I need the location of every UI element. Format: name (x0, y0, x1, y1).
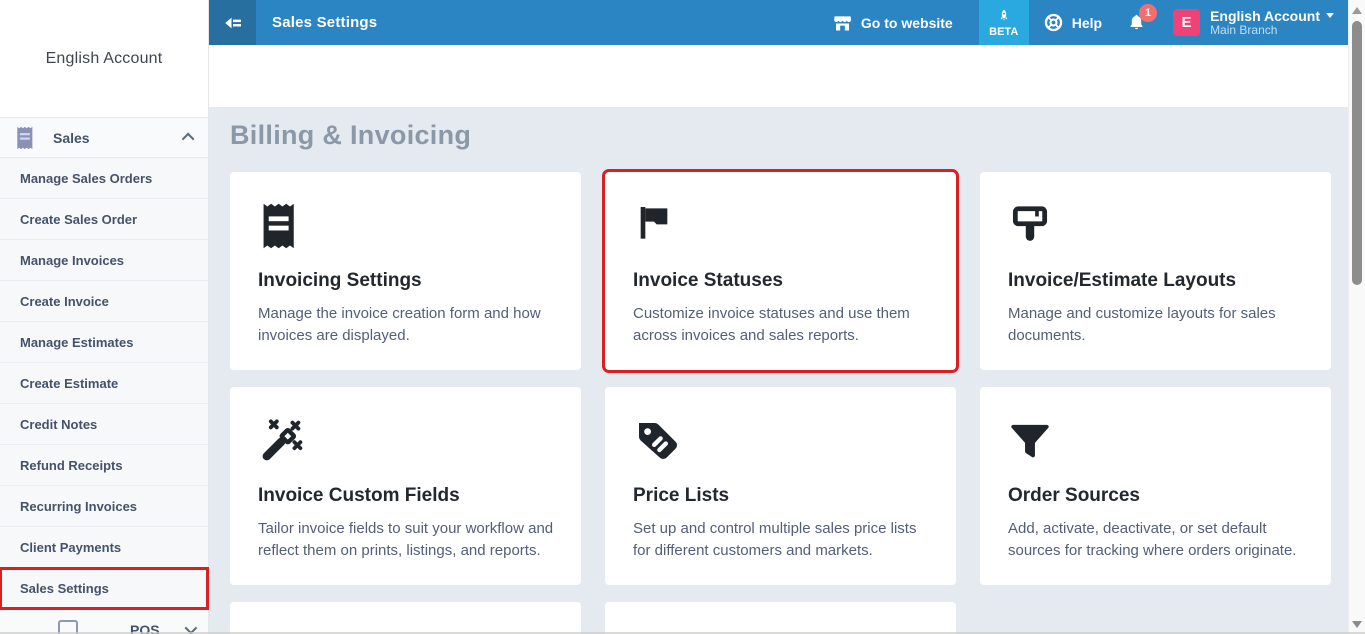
card-description: Customize invoice statuses and use them … (633, 303, 933, 347)
user-menu-button[interactable]: E English Account Main Branch (1173, 8, 1334, 38)
card-description: Manage the invoice creation form and how… (258, 303, 558, 347)
sidebar-item-refund-receipts[interactable]: Refund Receipts (0, 445, 208, 486)
chevron-up-icon (182, 133, 195, 146)
sidebar-item-create-invoice[interactable]: Create Invoice (0, 281, 208, 322)
card-description: Set up and control multiple sales price … (633, 518, 933, 562)
sidebar-account-header: English Account (0, 0, 208, 117)
sidebar-item-label: Client Payments (20, 540, 121, 555)
rocket-icon (996, 8, 1012, 25)
collapse-back-icon (221, 11, 245, 35)
sidebar-item-credit-notes[interactable]: Credit Notes (0, 404, 208, 445)
cards-grid: Invoicing Settings Manage the invoice cr… (230, 172, 1331, 634)
card-title: Invoicing Settings (258, 270, 553, 292)
card-invoice-statuses[interactable]: Invoice Statuses Customize invoice statu… (605, 172, 956, 370)
beta-label: BETA (989, 26, 1018, 38)
vertical-scrollbar[interactable] (1348, 0, 1365, 634)
flag-icon (633, 202, 928, 252)
card-partial[interactable] (230, 602, 581, 634)
sidebar: English Account Sales Manage Sales Order… (0, 0, 209, 634)
card-title: Invoice Custom Fields (258, 485, 553, 507)
collapse-sidebar-button[interactable] (209, 0, 256, 45)
card-title: Invoice Statuses (633, 270, 928, 292)
sidebar-item-label: Recurring Invoices (20, 499, 137, 514)
go-to-website-button[interactable]: Go to website (832, 13, 953, 33)
card-title: Order Sources (1008, 485, 1303, 507)
sidebar-section-pos[interactable]: POS (0, 609, 208, 634)
store-icon (832, 13, 853, 33)
help-label: Help (1072, 15, 1102, 31)
caret-down-icon (1326, 13, 1334, 18)
help-button[interactable]: Help (1043, 12, 1102, 33)
sidebar-item-client-payments[interactable]: Client Payments (0, 527, 208, 568)
sidebar-item-manage-invoices[interactable]: Manage Invoices (0, 240, 208, 281)
sidebar-item-sales-settings[interactable]: Sales Settings (0, 568, 208, 609)
card-order-sources[interactable]: Order Sources Add, activate, deactivate,… (980, 387, 1331, 585)
magic-wand-icon (258, 417, 553, 467)
receipt-icon (14, 126, 36, 150)
user-names: English Account Main Branch (1210, 8, 1334, 38)
card-price-lists[interactable]: Price Lists Set up and control multiple … (605, 387, 956, 585)
topbar: Sales Settings Go to website BETA (209, 0, 1348, 45)
sidebar-item-recurring-invoices[interactable]: Recurring Invoices (0, 486, 208, 527)
tag-icon (633, 417, 928, 467)
card-invoice-estimate-layouts[interactable]: Invoice/Estimate Layouts Manage and cust… (980, 172, 1331, 370)
sidebar-section-label: Sales (53, 130, 90, 146)
go-to-website-label: Go to website (861, 15, 953, 31)
account-name: English Account (46, 50, 163, 68)
card-description: Manage and customize layouts for sales d… (1008, 303, 1308, 347)
card-description: Add, activate, deactivate, or set defaul… (1008, 518, 1308, 562)
sidebar-section-sales[interactable]: Sales (0, 117, 208, 158)
sidebar-item-label: Create Estimate (20, 376, 118, 391)
card-invoice-custom-fields[interactable]: Invoice Custom Fields Tailor invoice fie… (230, 387, 581, 585)
user-branch: Main Branch (1210, 24, 1334, 38)
sidebar-item-label: Create Invoice (20, 294, 109, 309)
scroll-up-arrow-icon[interactable] (1352, 7, 1362, 14)
page-title: Sales Settings (272, 14, 377, 31)
sidebar-item-manage-sales-orders[interactable]: Manage Sales Orders (0, 158, 208, 199)
sidebar-item-create-estimate[interactable]: Create Estimate (0, 363, 208, 404)
sidebar-menu: Manage Sales Orders Create Sales Order M… (0, 158, 208, 609)
sidebar-item-label: Create Sales Order (20, 212, 137, 227)
user-account-name: English Account (1210, 8, 1320, 24)
card-partial[interactable] (605, 602, 956, 634)
card-invoicing-settings[interactable]: Invoicing Settings Manage the invoice cr… (230, 172, 581, 370)
main-content: Billing & Invoicing Invoicing Settings M… (209, 45, 1348, 634)
sidebar-item-label: Manage Invoices (20, 253, 124, 268)
scroll-down-arrow-icon[interactable] (1352, 621, 1362, 628)
sidebar-item-create-sales-order[interactable]: Create Sales Order (0, 199, 208, 240)
card-title: Invoice/Estimate Layouts (1008, 270, 1303, 292)
notifications-button[interactable]: 1 (1126, 12, 1147, 34)
sidebar-item-label: Credit Notes (20, 417, 97, 432)
card-title: Price Lists (633, 485, 928, 507)
sidebar-item-manage-estimates[interactable]: Manage Estimates (0, 322, 208, 363)
beta-button[interactable]: BETA (979, 0, 1029, 45)
avatar: E (1173, 9, 1200, 36)
receipt-icon (258, 202, 553, 252)
sidebar-item-label: Refund Receipts (20, 458, 123, 473)
sidebar-item-label: Sales Settings (20, 581, 109, 596)
help-ring-icon (1043, 12, 1064, 33)
paint-brush-icon (1008, 202, 1303, 252)
card-description: Tailor invoice fields to suit your workf… (258, 518, 558, 562)
settings-section: Billing & Invoicing Invoicing Settings M… (209, 107, 1348, 634)
notification-badge: 1 (1139, 4, 1157, 22)
scrollbar-thumb[interactable] (1352, 21, 1362, 285)
avatar-initial: E (1182, 14, 1192, 31)
sidebar-item-label: Manage Estimates (20, 335, 133, 350)
section-heading: Billing & Invoicing (209, 107, 1348, 151)
sidebar-item-label: Manage Sales Orders (20, 171, 152, 186)
filter-funnel-icon (1008, 417, 1303, 467)
